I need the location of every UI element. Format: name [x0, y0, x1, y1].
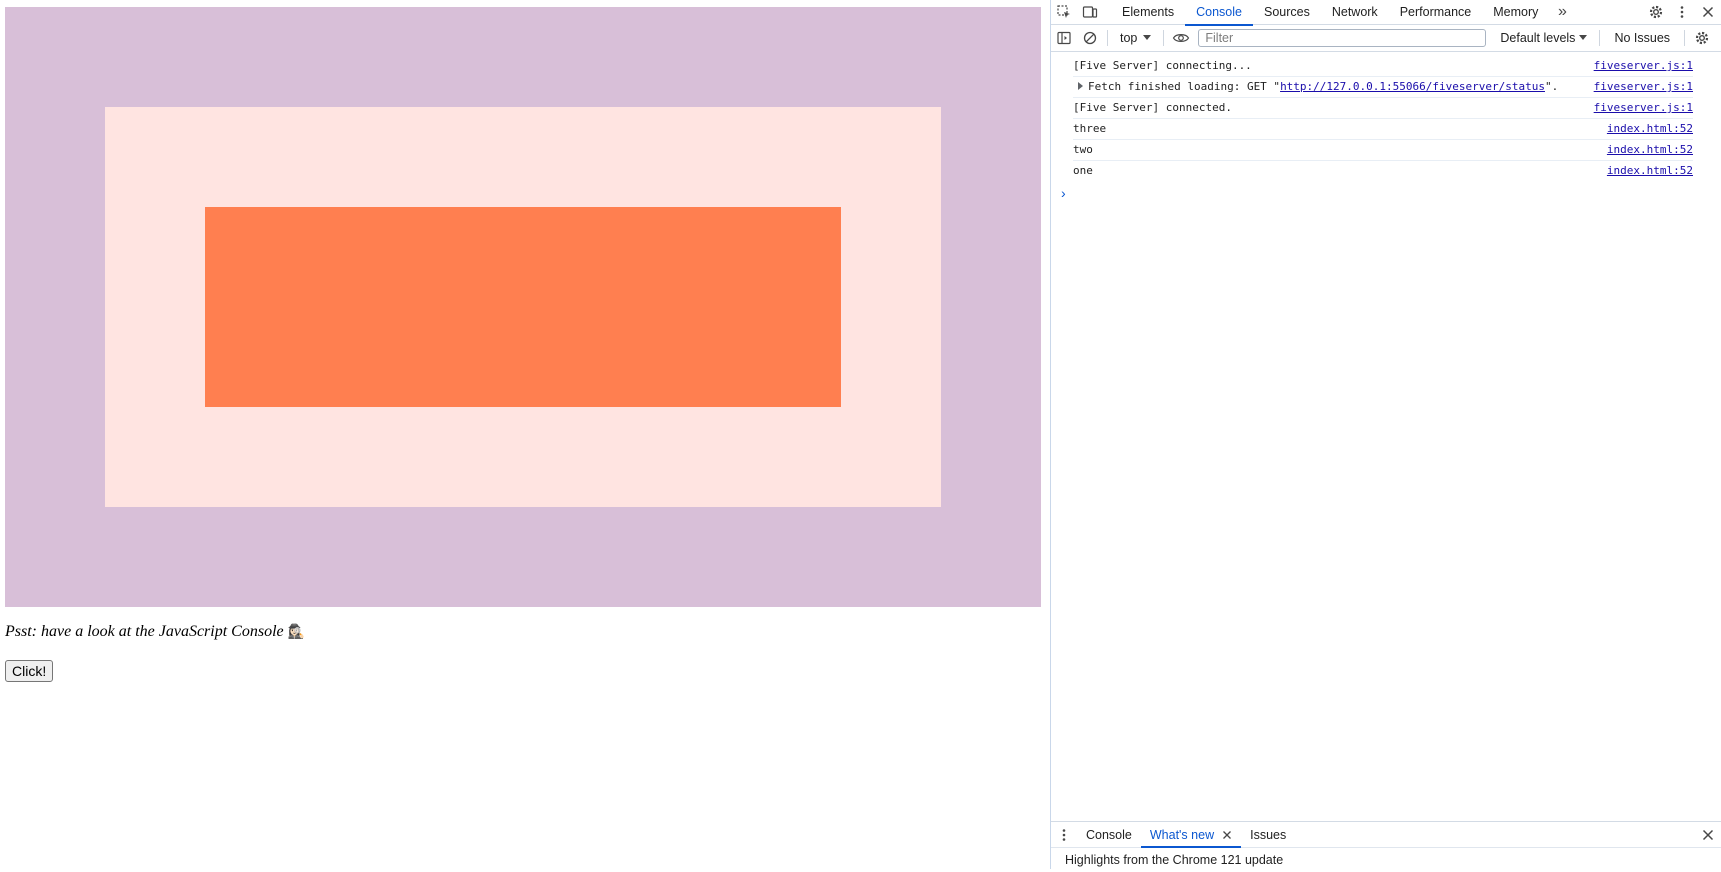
console-message: two index.html:52: [1073, 140, 1693, 161]
page-viewport: Psst: have a look at the JavaScript Cons…: [0, 0, 1050, 869]
drawer-tab-issues-label: Issues: [1250, 827, 1287, 842]
console-message: one index.html:52: [1073, 161, 1693, 182]
console-message: [Five Server] connected. fiveserver.js:1: [1073, 98, 1693, 119]
tab-elements[interactable]: Elements: [1111, 0, 1185, 25]
close-tab-icon[interactable]: [1222, 830, 1232, 840]
console-message-text: one: [1073, 164, 1093, 177]
dropdown-caret-icon: [1579, 35, 1588, 40]
context-select[interactable]: top: [1112, 31, 1159, 45]
devtools-panel: Elements Console Sources Network Perform…: [1050, 0, 1721, 869]
expand-triangle-icon[interactable]: [1078, 82, 1083, 90]
drawer-tab-whats-new[interactable]: What's new: [1140, 822, 1242, 848]
issues-counter[interactable]: No Issues: [1604, 31, 1680, 45]
console-message-source[interactable]: index.html:52: [1607, 140, 1693, 160]
devtools-drawer: Console What's new Issues Highlights fro…: [1051, 821, 1721, 869]
tab-console-label: Console: [1196, 4, 1242, 19]
toolbar-divider: [1599, 30, 1601, 46]
console-settings-gear-icon[interactable]: [1689, 26, 1715, 50]
console-message: [Five Server] connecting... fiveserver.j…: [1073, 56, 1693, 77]
console-messages: [Five Server] connecting... fiveserver.j…: [1051, 56, 1721, 204]
drawer-tab-whats-new-label: What's new: [1149, 827, 1215, 842]
tab-memory-label: Memory: [1493, 4, 1539, 19]
log-levels-select[interactable]: Default levels: [1492, 31, 1595, 45]
kebab-menu-icon[interactable]: [1669, 0, 1695, 24]
tab-performance[interactable]: Performance: [1389, 0, 1483, 25]
detective-emoji-icon: 🕵🏻‍♀️: [287, 624, 306, 640]
fetch-suffix: ".: [1544, 80, 1559, 93]
whats-new-heading: Highlights from the Chrome 121 update: [1065, 853, 1284, 867]
console-message-source[interactable]: fiveserver.js:1: [1594, 77, 1693, 97]
prompt-chevron-icon: ›: [1061, 185, 1066, 201]
tab-network-label: Network: [1331, 4, 1378, 19]
console-message-text: [Five Server] connected.: [1073, 101, 1232, 114]
gear-icon[interactable]: [1643, 0, 1669, 24]
click-button[interactable]: Click!: [5, 660, 54, 682]
inner-box: [205, 207, 841, 407]
tab-elements-label: Elements: [1122, 4, 1175, 19]
console-message-text: Fetch finished loading: GET "http://127.…: [1073, 77, 1558, 97]
console-toolbar: top Default levels No Issues: [1051, 25, 1721, 52]
tab-network[interactable]: Network: [1321, 0, 1389, 25]
drawer-tab-console[interactable]: Console: [1077, 822, 1141, 848]
drawer-tabbar: Console What's new Issues: [1051, 822, 1721, 848]
toolbar-divider: [1107, 30, 1108, 46]
tab-performance-label: Performance: [1399, 4, 1472, 19]
fetch-url-link[interactable]: http://127.0.0.1:55066/fiveserver/status: [1280, 80, 1545, 93]
console-message-text: three: [1073, 122, 1107, 135]
inspect-element-icon[interactable]: [1051, 0, 1077, 24]
device-toolbar-icon[interactable]: [1077, 0, 1103, 24]
toolbar-divider: [1163, 30, 1165, 46]
eye-icon[interactable]: [1168, 26, 1194, 50]
toolbar-divider: [1684, 30, 1686, 46]
console-message[interactable]: Fetch finished loading: GET "http://127.…: [1073, 77, 1693, 98]
console-message-source[interactable]: fiveserver.js:1: [1594, 56, 1693, 76]
dropdown-caret-icon: [1143, 35, 1152, 40]
filter-input[interactable]: [1198, 29, 1487, 47]
close-drawer-icon[interactable]: [1695, 823, 1721, 847]
tab-sources[interactable]: Sources: [1253, 0, 1321, 25]
psst-message: Psst: have a look at the JavaScript Cons…: [5, 623, 305, 641]
tab-sources-label: Sources: [1263, 4, 1310, 19]
sidebar-toggle-icon[interactable]: [1051, 26, 1077, 50]
tab-console[interactable]: Console: [1185, 0, 1253, 26]
close-devtools-icon[interactable]: [1695, 0, 1721, 24]
console-message-source[interactable]: index.html:52: [1607, 119, 1693, 139]
devtools-tabbar: Elements Console Sources Network Perform…: [1051, 0, 1721, 26]
console-message-text: two: [1073, 143, 1093, 156]
console-prompt[interactable]: ›: [1061, 182, 1721, 204]
clear-console-icon[interactable]: [1077, 26, 1103, 50]
console-message-source[interactable]: fiveserver.js:1: [1594, 98, 1693, 118]
console-message-source[interactable]: index.html:52: [1607, 161, 1693, 182]
drawer-menu-icon[interactable]: [1051, 823, 1077, 847]
more-tabs-icon[interactable]: »: [1549, 0, 1575, 24]
psst-text: Psst: have a look at the JavaScript Cons…: [5, 623, 284, 640]
fetch-prefix: Fetch finished loading: GET ": [1088, 80, 1281, 93]
tab-memory[interactable]: Memory: [1482, 0, 1549, 25]
console-message: three index.html:52: [1073, 119, 1693, 140]
drawer-tab-console-label: Console: [1086, 827, 1132, 842]
drawer-tab-issues[interactable]: Issues: [1241, 822, 1295, 848]
console-message-text: [Five Server] connecting...: [1073, 59, 1252, 72]
context-value: top: [1120, 31, 1138, 45]
log-levels-value: Default levels: [1500, 31, 1576, 45]
